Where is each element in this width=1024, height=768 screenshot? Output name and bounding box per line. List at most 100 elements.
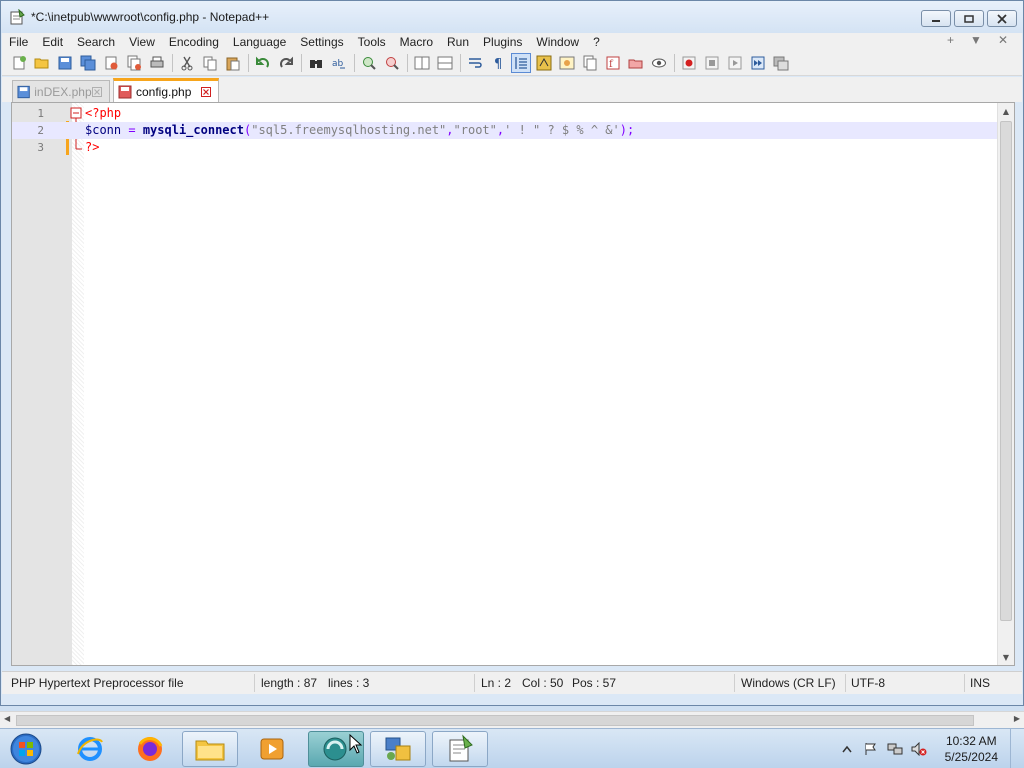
close-button[interactable] xyxy=(102,54,120,72)
taskbar-notepadpp[interactable] xyxy=(432,731,488,767)
sync-vertical-button[interactable] xyxy=(413,54,431,72)
taskbar-network-tool[interactable] xyxy=(370,731,426,767)
toolbar-separator xyxy=(674,53,675,72)
status-eol[interactable]: Windows (CR LF) xyxy=(741,676,836,690)
new-file-button[interactable] xyxy=(10,54,28,72)
menu-run[interactable]: Run xyxy=(440,35,476,49)
saved-file-icon xyxy=(17,85,30,98)
indent-guide-button[interactable] xyxy=(511,52,531,73)
scroll-thumb[interactable] xyxy=(16,715,974,726)
find-button[interactable] xyxy=(307,54,325,72)
menu-search[interactable]: Search xyxy=(70,35,122,49)
save-all-icon xyxy=(80,55,96,70)
folder-workspace-button[interactable] xyxy=(627,54,645,72)
code-line[interactable]: 1 <?php xyxy=(12,105,998,122)
save-all-button[interactable] xyxy=(79,54,97,72)
volume-button[interactable] xyxy=(911,741,927,757)
menu-view[interactable]: View xyxy=(122,35,162,49)
record-macro-button[interactable] xyxy=(680,54,698,72)
menu-plugins[interactable]: Plugins xyxy=(476,35,529,49)
menu-encoding[interactable]: Encoding xyxy=(162,35,226,49)
close-all-button[interactable] xyxy=(125,54,143,72)
tab-index-php[interactable]: inDEX.php xyxy=(12,80,110,102)
code-line-current[interactable]: 2 $conn = mysqli_connect("sql5.freemysql… xyxy=(12,122,998,139)
menu-help[interactable]: ? xyxy=(586,35,607,49)
vertical-scrollbar[interactable]: ▲ ▼ xyxy=(997,103,1014,665)
show-hidden-icons-button[interactable] xyxy=(839,741,855,757)
cut-button[interactable] xyxy=(178,54,196,72)
code-editor[interactable]: 1 <?php 2 $conn = mysqli_connect("sql5.f… xyxy=(11,102,1015,666)
network-status-button[interactable] xyxy=(887,741,903,757)
start-button[interactable] xyxy=(6,731,46,767)
run-macro-multiple-button[interactable] xyxy=(749,54,767,72)
menu-language[interactable]: Language xyxy=(226,35,293,49)
menu-window[interactable]: Window xyxy=(529,35,586,49)
zoom-out-button[interactable] xyxy=(383,54,401,72)
scroll-up-arrow[interactable]: ▲ xyxy=(998,103,1014,119)
fold-margin[interactable] xyxy=(72,103,84,665)
copy-button[interactable] xyxy=(201,54,219,72)
stop-macro-button[interactable] xyxy=(703,54,721,72)
print-button[interactable] xyxy=(148,54,166,72)
close-window-button[interactable] xyxy=(987,10,1017,27)
close-icon xyxy=(92,86,103,97)
scroll-thumb[interactable] xyxy=(1000,121,1012,621)
scroll-down-arrow[interactable]: ▼ xyxy=(998,649,1014,665)
undo-button[interactable] xyxy=(254,54,272,72)
status-line-number: Ln : 2 xyxy=(481,676,512,690)
open-file-button[interactable] xyxy=(33,54,51,72)
monitoring-button[interactable] xyxy=(650,54,668,72)
menu-tools[interactable]: Tools xyxy=(351,35,393,49)
redo-button[interactable] xyxy=(277,54,295,72)
toolbar-separator xyxy=(248,53,249,72)
paste-button[interactable] xyxy=(224,54,242,72)
show-desktop-button[interactable] xyxy=(1010,729,1024,768)
code-line[interactable]: 3 ?> xyxy=(12,139,998,156)
toolbar-separator xyxy=(301,53,302,72)
status-encoding[interactable]: UTF-8 xyxy=(851,676,885,690)
close-doc-control[interactable]: ✕ xyxy=(998,33,1008,47)
taskbar-active-app[interactable] xyxy=(308,731,364,767)
zoom-in-button[interactable] xyxy=(360,54,378,72)
sync-horizontal-button[interactable] xyxy=(436,54,454,72)
background-horizontal-scrollbar[interactable]: ◀ ▶ xyxy=(0,711,1024,728)
maximize-button[interactable] xyxy=(954,10,984,27)
save-macro-button[interactable] xyxy=(772,54,790,72)
taskbar-firefox[interactable] xyxy=(122,731,178,767)
udl-button[interactable] xyxy=(535,54,553,72)
word-wrap-icon xyxy=(469,57,482,68)
document-tab-bar: inDEX.php config.php xyxy=(2,77,1022,102)
taskbar-media-player[interactable] xyxy=(244,731,300,767)
scroll-right-arrow[interactable]: ▶ xyxy=(1014,714,1020,723)
menu-edit[interactable]: Edit xyxy=(35,35,70,49)
close-icon xyxy=(201,86,211,97)
toolbar-separator xyxy=(354,53,355,72)
menu-settings[interactable]: Settings xyxy=(293,35,350,49)
tab-config-php[interactable]: config.php xyxy=(113,78,219,102)
system-clock[interactable]: 10:32 AM 5/25/2024 xyxy=(945,733,998,765)
doc-map-button[interactable] xyxy=(558,54,576,72)
function-list-button[interactable]: f xyxy=(604,54,622,72)
new-tab-control[interactable]: + xyxy=(947,33,954,47)
menu-macro[interactable]: Macro xyxy=(393,35,440,49)
taskbar-internet-explorer[interactable] xyxy=(62,731,118,767)
minimize-button[interactable] xyxy=(921,10,951,27)
tab-close-button[interactable] xyxy=(92,86,103,98)
status-insert-mode[interactable]: INS xyxy=(970,676,990,690)
tab-list-control[interactable]: ▼ xyxy=(970,33,982,47)
taskbar-file-explorer[interactable] xyxy=(182,731,238,767)
word-wrap-button[interactable] xyxy=(466,54,484,72)
copy-icon xyxy=(203,56,217,70)
undo-icon xyxy=(256,56,269,68)
play-macro-button[interactable] xyxy=(726,54,744,72)
replace-button[interactable]: ab xyxy=(330,54,348,72)
doc-list-button[interactable] xyxy=(581,54,599,72)
scroll-left-arrow[interactable]: ◀ xyxy=(4,714,10,723)
tab-close-button[interactable] xyxy=(200,86,212,98)
title-bar[interactable]: *C:\inetpub\wwwroot\config.php - Notepad… xyxy=(1,1,1023,33)
save-button[interactable] xyxy=(56,54,74,72)
action-center-button[interactable] xyxy=(863,741,879,757)
show-all-chars-button[interactable]: ¶ xyxy=(489,54,507,72)
menu-file[interactable]: File xyxy=(2,35,35,49)
document-controls: + ▼ ✕ xyxy=(947,33,1008,47)
